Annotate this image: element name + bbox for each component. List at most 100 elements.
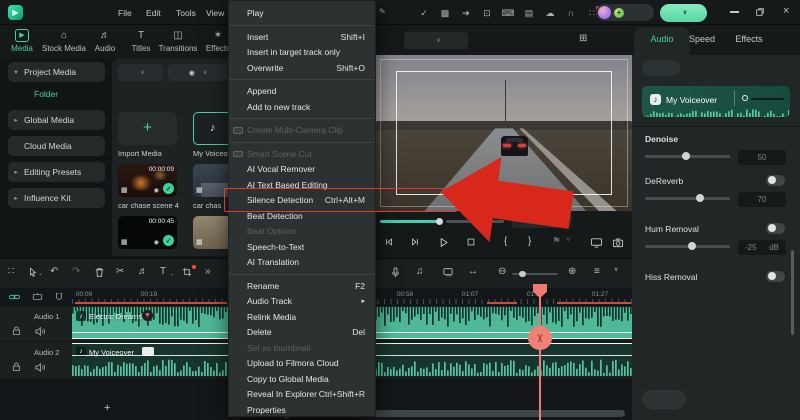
menu-item-add-to-new-track[interactable]: Add to new track: [229, 99, 375, 115]
split-icon[interactable]: ✂: [116, 267, 124, 277]
selected-clip-card[interactable]: ♪My Voiceover: [642, 86, 790, 117]
menu-item-properties[interactable]: Properties: [229, 402, 375, 418]
menu-item-ai-vocal-remover[interactable]: AI Vocal Remover: [229, 162, 375, 178]
sidebar-item-influence-kit[interactable]: ▸Influence Kit: [8, 188, 105, 208]
slider-handle[interactable]: [688, 242, 696, 250]
add-track-button[interactable]: +: [104, 402, 110, 414]
zoom-slider-handle[interactable]: [519, 271, 526, 278]
stop-icon[interactable]: [466, 237, 476, 247]
favorite-heart-icon[interactable]: ♥: [142, 310, 153, 321]
voiceover-mic-icon[interactable]: [390, 267, 401, 278]
export-clip-icon[interactable]: [442, 267, 454, 277]
export-button[interactable]: ∨: [660, 4, 707, 22]
media-tile-car-chase-scene-4[interactable]: ▦◉00:00:09✓: [118, 164, 177, 197]
menubar-item-file[interactable]: File: [118, 8, 132, 18]
restore-button[interactable]: [755, 7, 765, 17]
menubar-item-edit[interactable]: Edit: [146, 8, 161, 18]
sidebar-item-project-media[interactable]: ▾Project Media: [8, 62, 105, 82]
render-preview-icon[interactable]: ≡: [594, 267, 600, 277]
zoom-out-icon[interactable]: ⊖: [498, 267, 506, 277]
slider-handle[interactable]: [696, 194, 704, 202]
value-denoise[interactable]: 50: [738, 150, 786, 165]
value-dereverb[interactable]: 70: [738, 192, 786, 207]
menu-item-relink-media[interactable]: Relink Media: [229, 309, 375, 325]
lock-icon[interactable]: [12, 362, 21, 372]
basic-pill-button[interactable]: [642, 60, 680, 76]
speaker-icon[interactable]: [34, 326, 46, 337]
feedback-icon[interactable]: ⊡: [481, 7, 493, 19]
play-icon[interactable]: [438, 237, 449, 248]
menubar-item-view[interactable]: View: [206, 8, 224, 18]
menu-item-play[interactable]: Play: [229, 6, 375, 22]
media-tile-import-media[interactable]: +: [118, 112, 177, 145]
chevron-down-icon[interactable]: ∨: [614, 267, 618, 273]
magnet-icon[interactable]: [54, 292, 64, 302]
next-frame-icon[interactable]: [410, 237, 420, 247]
save-icon[interactable]: ▤: [523, 7, 535, 19]
playhead-line[interactable]: [539, 284, 541, 420]
sidebar-item-folder[interactable]: Folder: [8, 86, 105, 102]
quality-dropdown[interactable]: ∨: [404, 32, 468, 49]
fade-handle[interactable]: [742, 95, 748, 101]
split-scissors-button[interactable]: ✂: [528, 326, 552, 350]
toggle-hiss-removal[interactable]: [766, 271, 785, 282]
snapshot-icon[interactable]: [612, 237, 624, 248]
slider-handle[interactable]: [682, 152, 690, 160]
delete-icon[interactable]: [94, 267, 105, 278]
more-icon[interactable]: »: [205, 267, 211, 277]
progress-handle[interactable]: [436, 218, 443, 225]
menu-item-append[interactable]: Append: [229, 84, 375, 100]
audio-mixer-icon[interactable]: ♫: [416, 267, 424, 277]
mark-in-icon[interactable]: {: [504, 237, 507, 247]
select-tool-icon[interactable]: [28, 267, 38, 278]
layout-grid-icon[interactable]: ∷: [8, 267, 14, 277]
cloud-upload-icon[interactable]: ☁: [544, 7, 556, 19]
properties-tab-audio[interactable]: Audio: [650, 34, 673, 44]
mirror-display-icon[interactable]: [590, 237, 603, 248]
menu-item-delete[interactable]: DeleteDel: [229, 325, 375, 341]
flag-icon[interactable]: ⚑: [552, 237, 561, 247]
previous-frame-icon[interactable]: [384, 237, 394, 247]
media-tile-clip-4[interactable]: ▦◉00:00:45✓: [118, 216, 177, 249]
menu-item-audio-track[interactable]: Audio Track▸: [229, 294, 375, 310]
account-pill[interactable]: +: [596, 4, 654, 21]
transform-inner-frame[interactable]: [396, 71, 612, 195]
minimize-button[interactable]: [730, 11, 739, 13]
multi-view-icon[interactable]: ⊞: [579, 34, 587, 44]
gift-icon[interactable]: ▩: [439, 7, 451, 19]
beat-detect-icon[interactable]: ♬: [138, 267, 148, 277]
sidebar-item-global-media[interactable]: ▸Global Media: [8, 110, 105, 130]
properties-tab-effects[interactable]: Effects: [735, 34, 762, 44]
properties-tab-speed[interactable]: Speed: [689, 34, 715, 44]
menu-item-insert-in-target-track-only[interactable]: Insert in target track only: [229, 45, 375, 61]
menu-item-rename[interactable]: RenameF2: [229, 278, 375, 294]
import-button[interactable]: ∨: [118, 64, 163, 81]
playback-progress-bar[interactable]: [380, 220, 438, 223]
sidebar-item-editing-presets[interactable]: ▸Editing Presets: [8, 162, 105, 182]
avatar[interactable]: [598, 6, 611, 19]
menu-item-insert[interactable]: InsertShift+I: [229, 29, 375, 45]
panel-scrollbar[interactable]: [791, 250, 794, 335]
menu-item-upload-to-filmora-cloud[interactable]: Upload to Filmora Cloud: [229, 356, 375, 372]
undo-icon[interactable]: ↶: [50, 267, 58, 277]
menu-item-overwrite[interactable]: OverwriteShift+O: [229, 60, 375, 76]
fit-timeline-icon[interactable]: ↔: [468, 267, 478, 277]
link-icon[interactable]: [8, 292, 21, 302]
mark-out-icon[interactable]: }: [528, 237, 531, 247]
share-icon[interactable]: ➔: [460, 7, 472, 19]
toggle-dereverb[interactable]: [766, 175, 785, 186]
slider-dereverb[interactable]: [645, 197, 730, 200]
record-button[interactable]: ◉ ∨: [168, 64, 228, 81]
sidebar-item-cloud-media[interactable]: Cloud Media: [8, 136, 105, 156]
speaker-icon[interactable]: [34, 362, 46, 373]
toggle-hum-removal[interactable]: [766, 223, 785, 234]
text-tool-icon[interactable]: T: [160, 267, 166, 277]
lock-icon[interactable]: [12, 326, 21, 336]
chevron-down-icon[interactable]: ∨: [566, 237, 570, 243]
menubar-item-tools[interactable]: Tools: [176, 8, 196, 18]
menu-item-ai-translation[interactable]: AI Translation: [229, 255, 375, 271]
value-hum-removal[interactable]: -25dB: [738, 240, 786, 255]
crop-icon[interactable]: [182, 267, 192, 277]
headphones-icon[interactable]: ∩: [565, 7, 577, 19]
close-button[interactable]: ×: [783, 5, 789, 17]
